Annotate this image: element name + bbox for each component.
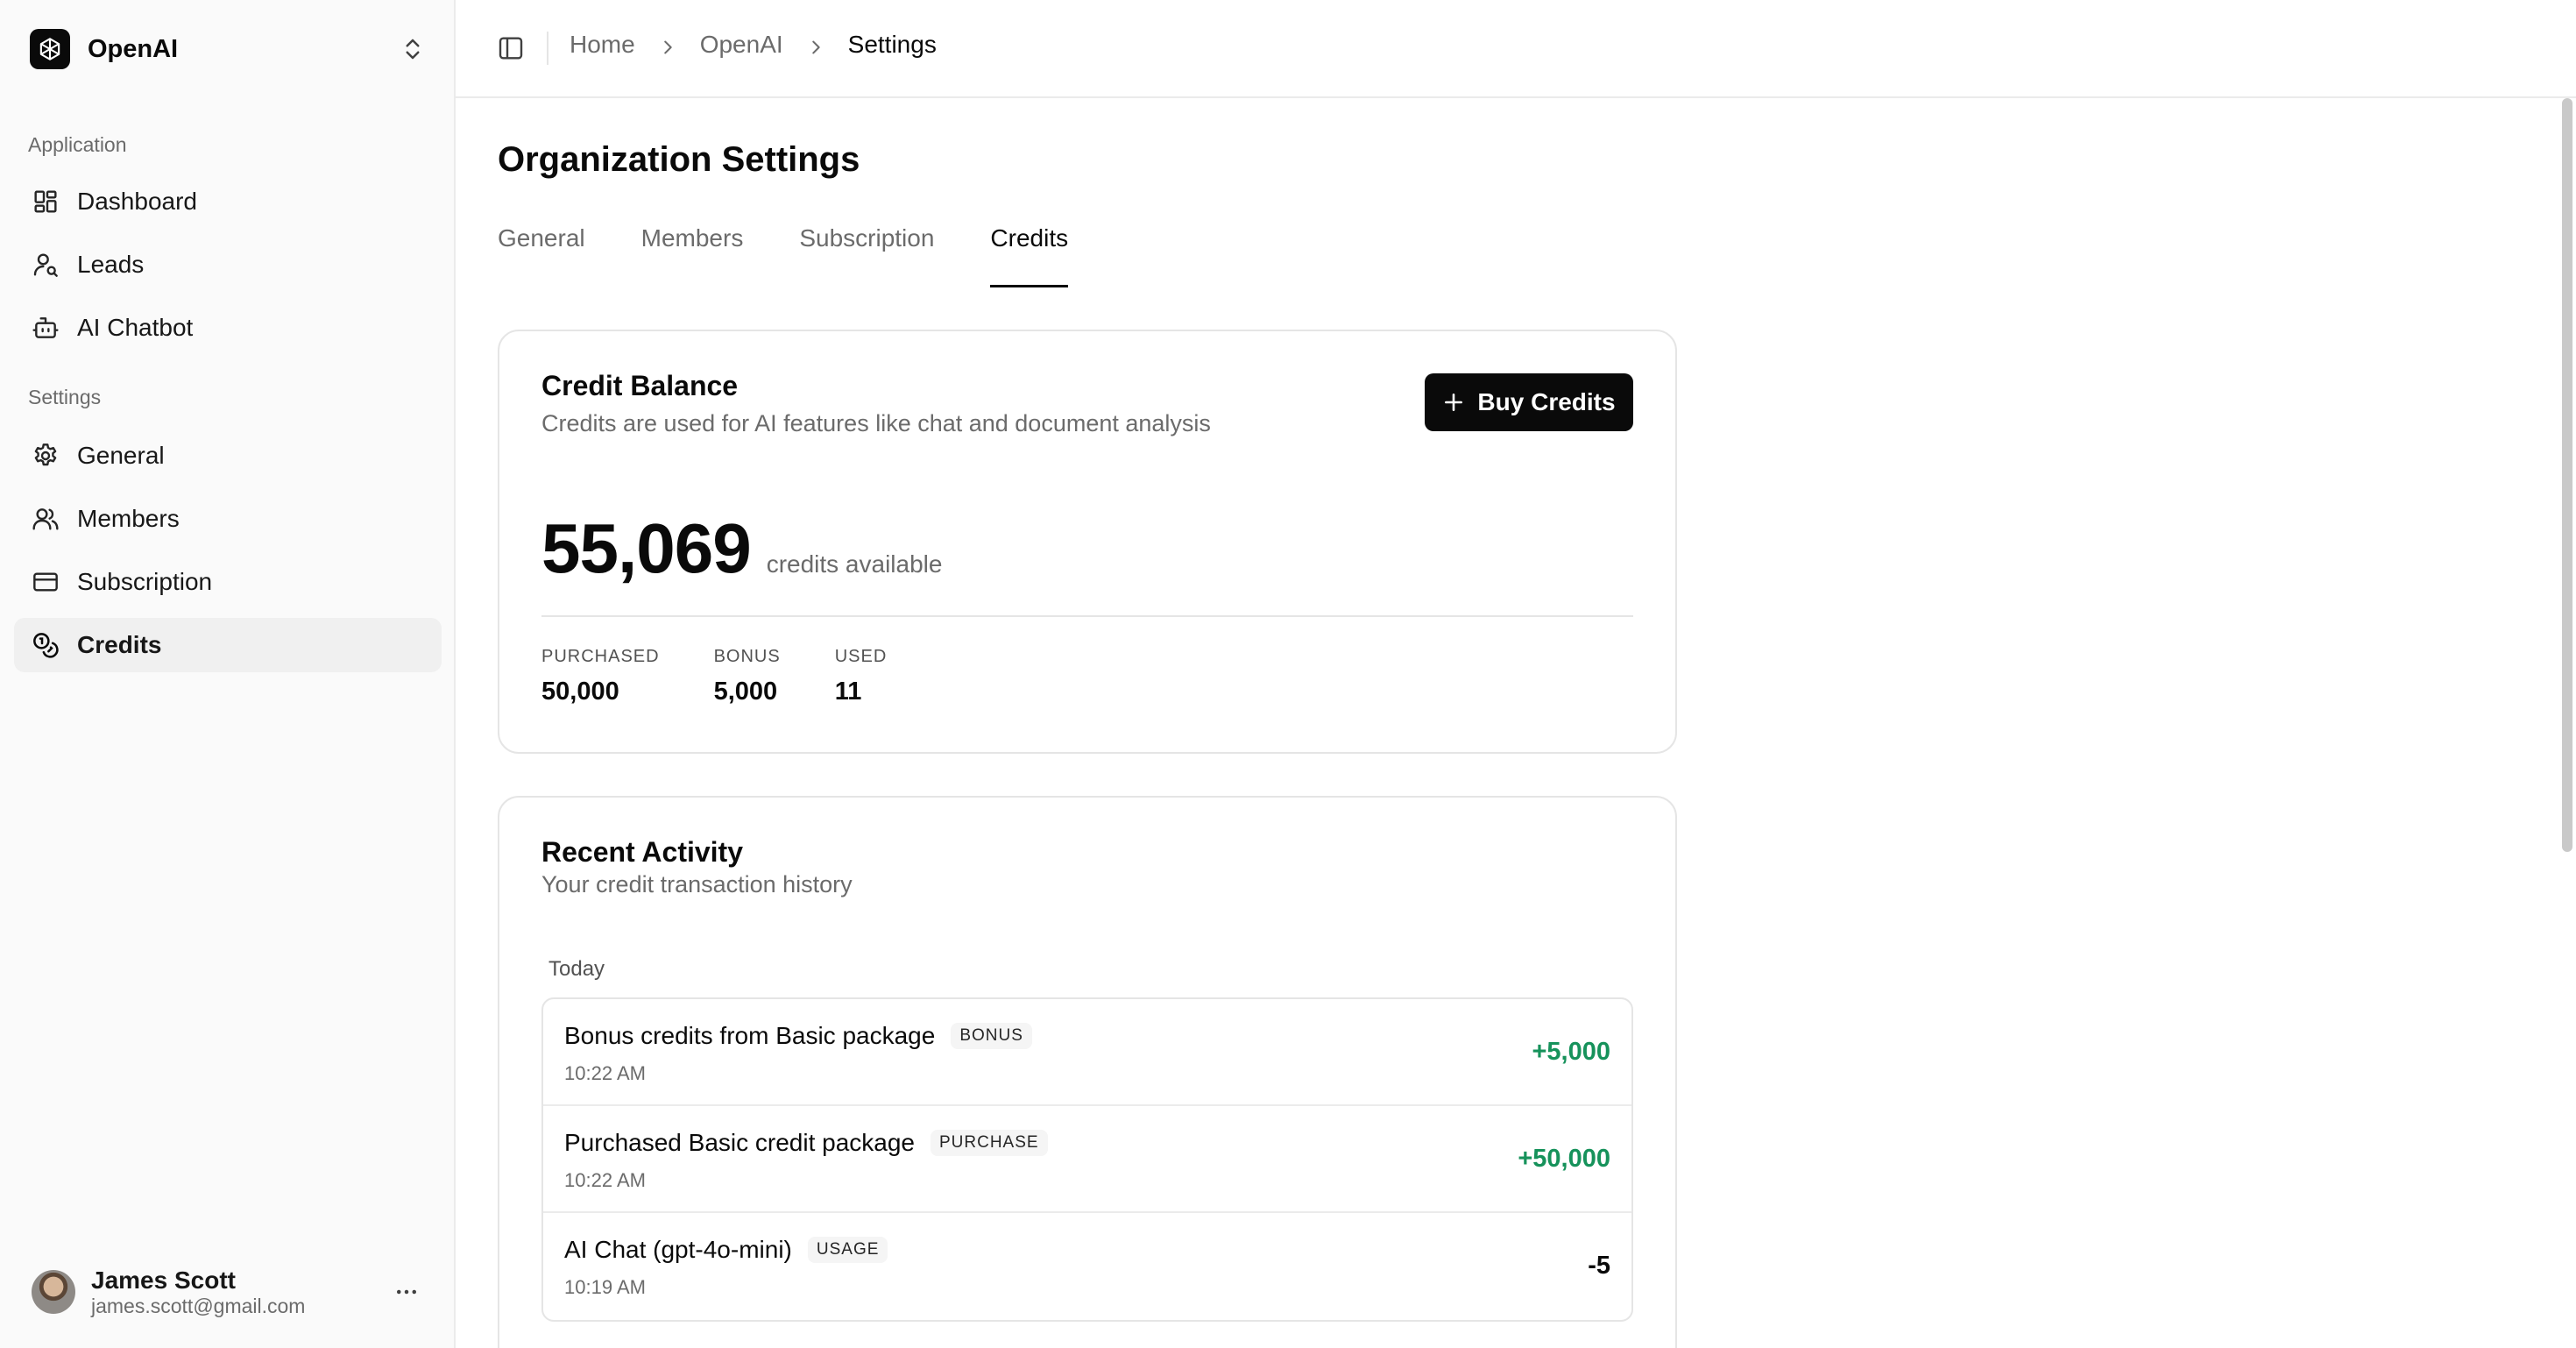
ellipsis-icon[interactable]	[389, 1274, 424, 1309]
sidebar-item-ai-chatbot[interactable]: AI Chatbot	[14, 301, 442, 355]
topbar: Home OpenAI Settings	[456, 0, 2576, 98]
sidebar-item-label: General	[77, 442, 165, 469]
tx-title-line: Bonus credits from Basic package BONUS	[564, 1022, 1032, 1050]
user-search-icon	[32, 251, 60, 279]
org-switcher[interactable]: OpenAI	[14, 18, 442, 81]
credit-stats: PURCHASED 50,000 BONUS 5,000 USED 11	[541, 647, 941, 706]
transaction-list: Bonus credits from Basic package BONUS 1…	[541, 997, 1633, 1322]
credit-balance-value: 55,069	[541, 509, 752, 587]
tx-time: 10:22 AM	[564, 1062, 646, 1084]
breadcrumb-org[interactable]: OpenAI	[700, 31, 783, 59]
page-title: Organization Settings	[498, 140, 860, 179]
coins-icon	[32, 631, 60, 659]
sidebar-item-label: Credits	[77, 631, 162, 658]
card-subtitle: Your credit transaction history	[541, 871, 853, 897]
tx-amount: -5	[1588, 1252, 1610, 1280]
stat-label: PURCHASED	[541, 647, 660, 666]
sidebar-item-dashboard[interactable]: Dashboard	[14, 174, 442, 229]
tx-description: Purchased Basic credit package	[564, 1129, 915, 1156]
user-menu[interactable]: James Scott james.scott@gmail.com	[14, 1260, 442, 1323]
group-label-application: Application	[28, 133, 127, 156]
stat-bonus: BONUS 5,000	[714, 647, 781, 706]
sidebar: OpenAI Application Dashboard Leads AI Ch…	[0, 0, 456, 1348]
layout-grid-icon	[32, 188, 60, 216]
card-subtitle: Credits are used for AI features like ch…	[541, 410, 1211, 436]
main-content: Home OpenAI Settings Organization Settin…	[456, 0, 2576, 1348]
sidebar-item-label: AI Chatbot	[77, 314, 194, 341]
sidebar-item-subscription[interactable]: Subscription	[14, 555, 442, 609]
tab-subscription[interactable]: Subscription	[799, 217, 934, 287]
settings-tabs: General Members Subscription Credits	[498, 217, 1124, 287]
tx-time: 10:22 AM	[564, 1169, 646, 1191]
tx-description: AI Chat (gpt-4o-mini)	[564, 1236, 792, 1263]
tx-type-badge: PURCHASE	[931, 1130, 1048, 1156]
tab-members[interactable]: Members	[641, 217, 744, 287]
chevron-right-icon	[806, 35, 825, 54]
sidebar-item-general[interactable]: General	[14, 429, 442, 483]
user-name: James Scott	[91, 1266, 236, 1295]
chevron-up-down-icon	[400, 36, 426, 62]
plus-icon	[1442, 391, 1465, 414]
user-info: James Scott james.scott@gmail.com	[91, 1267, 389, 1316]
stat-purchased: PURCHASED 50,000	[541, 647, 660, 706]
card-title: Credit Balance	[541, 370, 739, 401]
card-title: Recent Activity	[541, 836, 743, 868]
balance-row: 55,069 credits available	[541, 508, 942, 589]
topbar-divider	[547, 32, 548, 65]
sidebar-item-label: Subscription	[77, 568, 213, 595]
tx-type-badge: USAGE	[807, 1237, 888, 1263]
sidebar-item-credits[interactable]: Credits	[14, 618, 442, 672]
tx-title-line: Purchased Basic credit package PURCHASE	[564, 1129, 1048, 1157]
tx-amount: +50,000	[1518, 1145, 1610, 1173]
tx-title-line: AI Chat (gpt-4o-mini) USAGE	[564, 1236, 888, 1264]
group-label-settings: Settings	[28, 386, 102, 408]
user-email: james.scott@gmail.com	[91, 1294, 306, 1317]
breadcrumb: Home OpenAI Settings	[570, 31, 937, 59]
sidebar-item-label: Leads	[77, 251, 145, 278]
buy-credits-label: Buy Credits	[1477, 388, 1616, 415]
stat-value: 5,000	[713, 678, 778, 706]
tab-credits[interactable]: Credits	[990, 217, 1068, 287]
tx-type-badge: BONUS	[951, 1023, 1032, 1049]
sidebar-item-leads[interactable]: Leads	[14, 238, 442, 292]
gear-icon	[32, 442, 60, 470]
recent-activity-card: Recent Activity Your credit transaction …	[498, 796, 1677, 1348]
list-item[interactable]: Bonus credits from Basic package BONUS 1…	[543, 999, 1631, 1106]
stat-value: 50,000	[541, 678, 619, 706]
tx-time: 10:19 AM	[564, 1276, 646, 1298]
tx-amount: +5,000	[1532, 1038, 1610, 1066]
credit-balance-label: credits available	[766, 550, 943, 578]
chevron-right-icon	[658, 35, 677, 54]
panel-left-icon[interactable]	[496, 33, 526, 63]
bot-icon	[32, 314, 60, 342]
users-icon	[32, 505, 60, 533]
tab-general[interactable]: General	[498, 217, 585, 287]
credit-card-icon	[32, 568, 60, 596]
divider	[541, 615, 1633, 617]
scrollbar-thumb[interactable]	[2562, 98, 2572, 852]
breadcrumb-home[interactable]: Home	[570, 31, 635, 59]
stat-used: USED 11	[835, 647, 888, 706]
app-root: OpenAI Application Dashboard Leads AI Ch…	[0, 0, 2576, 1348]
avatar	[32, 1270, 75, 1314]
list-item[interactable]: AI Chat (gpt-4o-mini) USAGE 10:19 AM -5	[543, 1213, 1631, 1320]
day-group-label: Today	[548, 957, 605, 981]
stat-value: 11	[834, 678, 862, 706]
list-item[interactable]: Purchased Basic credit package PURCHASE …	[543, 1106, 1631, 1213]
openai-logo-icon	[30, 29, 70, 69]
sidebar-item-label: Dashboard	[77, 188, 197, 215]
sidebar-item-label: Members	[77, 505, 180, 532]
buy-credits-button[interactable]: Buy Credits	[1425, 373, 1633, 431]
stat-label: USED	[834, 647, 888, 666]
credit-balance-card: Credit Balance Credits are used for AI f…	[498, 330, 1677, 754]
tx-description: Bonus credits from Basic package	[564, 1022, 936, 1049]
org-name: OpenAI	[88, 34, 179, 63]
stat-label: BONUS	[713, 647, 781, 666]
breadcrumb-current: Settings	[847, 31, 937, 58]
sidebar-item-members[interactable]: Members	[14, 492, 442, 546]
